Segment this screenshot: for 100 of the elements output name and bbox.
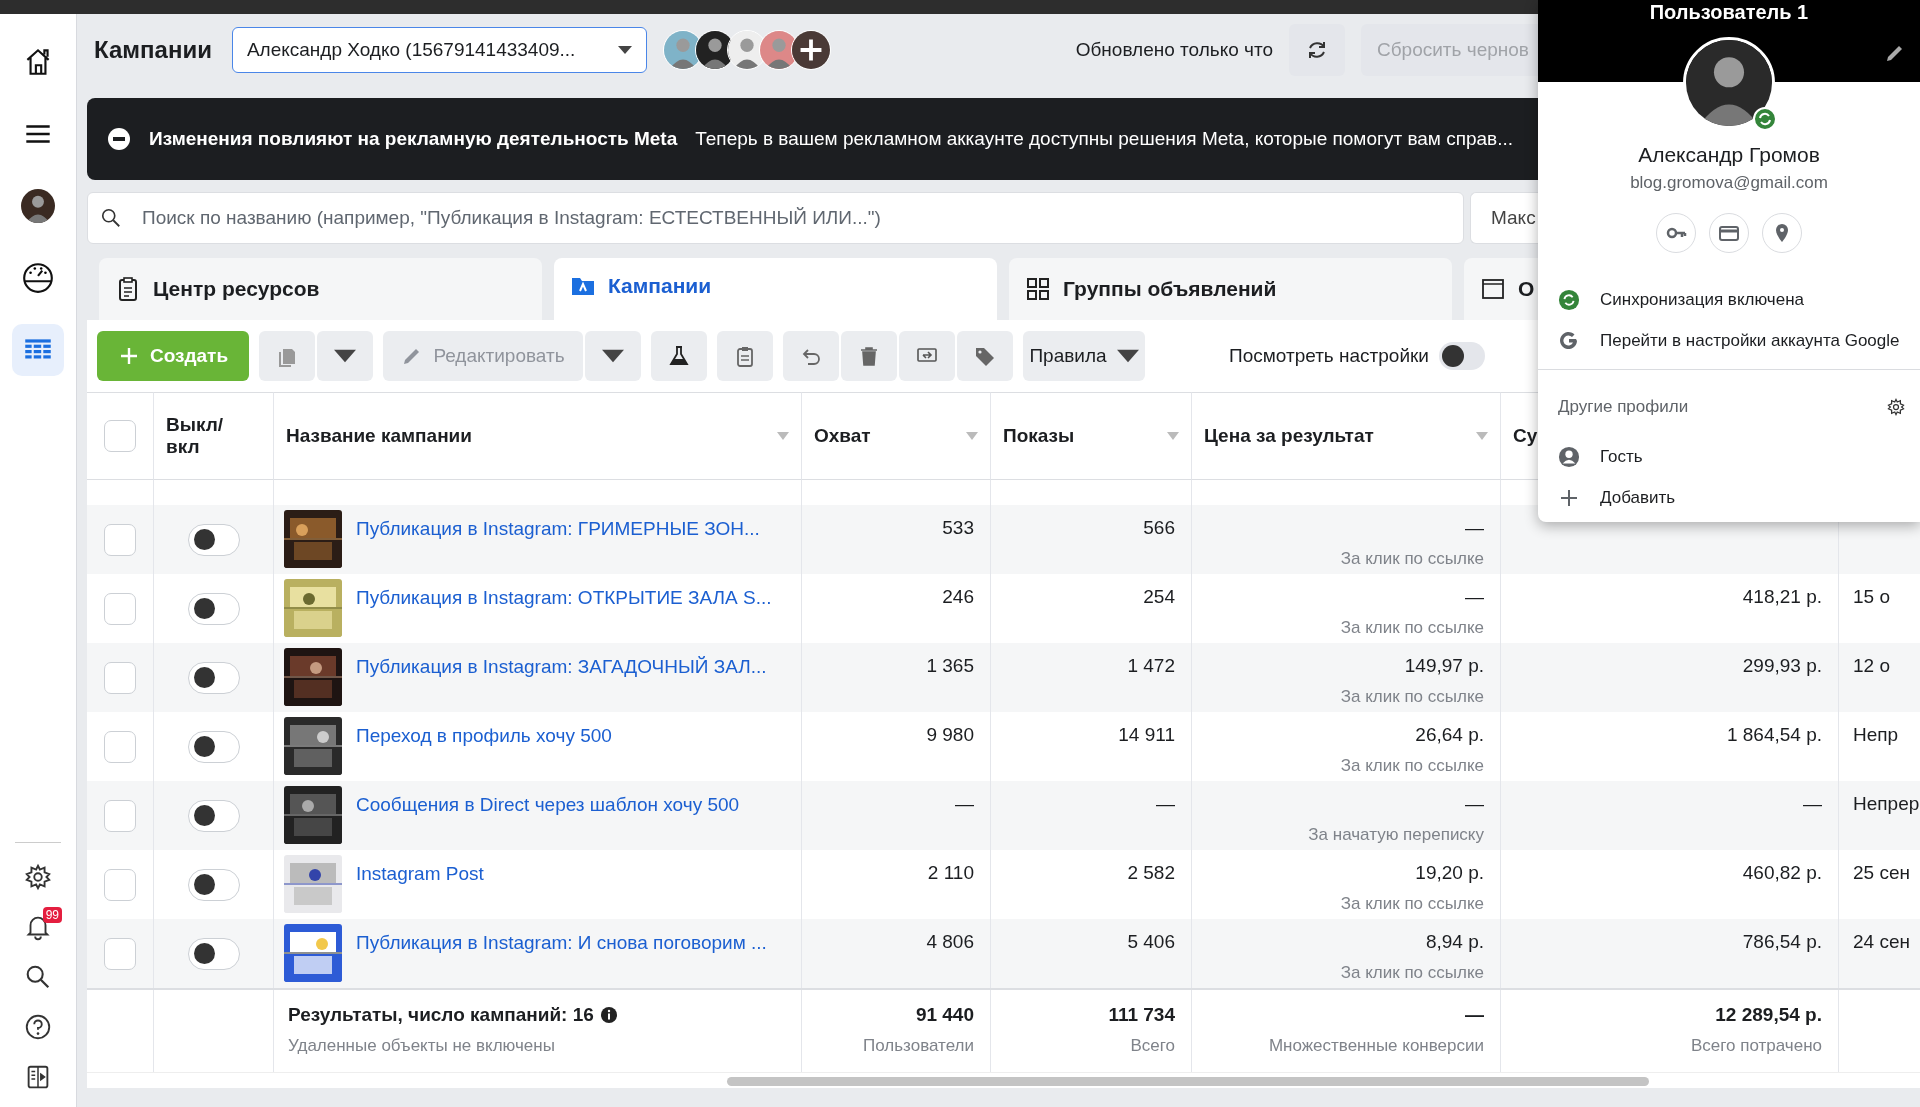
table-row[interactable]: Публикация в Instagram: И снова поговорим ... 4 806 5 406 8,94 р. За клик по ссылке 786,54 р. 24 сен — [87, 919, 1920, 988]
table-cell: 111 734 — [1108, 1004, 1175, 1026]
campaign-toggle[interactable] — [187, 661, 240, 694]
column-header[interactable]: Название кампании — [286, 425, 472, 447]
settings-icon[interactable] — [1886, 397, 1906, 417]
table-cell: 149,97 р. — [1404, 655, 1484, 677]
campaign-toggle[interactable] — [187, 799, 240, 832]
tab[interactable]: Группы объявлений — [1009, 258, 1452, 320]
profile-name: Александр Громов — [1638, 143, 1820, 167]
row-checkbox[interactable] — [104, 661, 136, 694]
table-cell: — — [1465, 793, 1484, 815]
column-header[interactable]: Су — [1513, 425, 1538, 447]
tag-button[interactable] — [957, 331, 1013, 381]
row-checkbox[interactable] — [104, 868, 136, 901]
table-cell: 460,82 р. — [1742, 862, 1822, 884]
table-cell: 786,54 р. — [1742, 931, 1822, 953]
select-all-checkbox[interactable] — [104, 420, 136, 452]
info-icon[interactable] — [599, 1006, 618, 1024]
location-button[interactable] — [1762, 213, 1802, 253]
search-icon — [99, 206, 123, 230]
campaign-toggle[interactable] — [187, 592, 240, 625]
settings-icon[interactable] — [23, 862, 53, 892]
table-cell: 299,93 р. — [1742, 655, 1822, 677]
table-cell: 19,20 р. — [1415, 862, 1484, 884]
max-button[interactable]: Макс — [1470, 192, 1538, 244]
table-cell: 14 911 — [1118, 724, 1175, 746]
column-header[interactable]: Охват — [814, 425, 871, 447]
avatar-icon[interactable] — [21, 189, 55, 223]
tab[interactable]: Центр ресурсов — [99, 258, 542, 320]
add-account-icon[interactable] — [790, 30, 831, 70]
grid-icon — [1025, 276, 1051, 302]
search-field[interactable]: Поиск по названию (например, "Публикация в Instagram: ЕСТЕСТВЕННЫЙ ИЛИ...") — [87, 192, 1464, 244]
delete-button[interactable] — [841, 331, 897, 381]
row-checkbox[interactable] — [104, 799, 136, 832]
account-dropdown[interactable]: Александр Ходко (15679141433409... — [231, 27, 647, 73]
table-icon[interactable] — [12, 324, 64, 376]
add-profile[interactable]: Добавить — [1600, 487, 1676, 508]
swap-button[interactable] — [899, 331, 955, 381]
campaign-toggle[interactable] — [187, 523, 240, 556]
campaign-link[interactable]: Публикация в Instagram: ЗАГАДОЧНЫЙ ЗАЛ... — [356, 648, 767, 706]
flask-icon — [668, 345, 690, 367]
campaign-link[interactable]: Instagram Post — [356, 855, 484, 913]
row-checkbox[interactable] — [104, 592, 136, 625]
notification-badge: 99 — [42, 907, 62, 923]
table-cell: 9 980 — [926, 724, 974, 746]
section-title: Другие профили — [1558, 397, 1689, 417]
campaign-link[interactable]: Публикация в Instagram: ГРИМЕРНЫЕ ЗОН... — [356, 510, 760, 568]
table-cell: Всего потрачено — [1690, 1036, 1822, 1056]
flask-button[interactable] — [651, 331, 707, 381]
scrollbar[interactable] — [727, 1077, 1649, 1086]
campaign-toggle[interactable] — [187, 937, 240, 970]
campaign-link[interactable]: Публикация в Instagram: И снова поговорим ... — [356, 924, 767, 982]
google-icon — [1558, 329, 1580, 352]
sync-status[interactable]: Синхронизация включена — [1600, 289, 1804, 310]
window-icon — [1480, 276, 1506, 302]
column-header[interactable]: Цена за результат — [1204, 425, 1374, 447]
dropdown-button[interactable] — [317, 331, 373, 381]
trash-icon — [858, 345, 880, 367]
tab[interactable]: Кампании — [554, 258, 997, 320]
table-cell: Непр — [1853, 724, 1899, 745]
payment-button[interactable] — [1709, 213, 1749, 253]
person-icon — [1558, 445, 1580, 468]
table-cell: За клик по ссылке — [1340, 687, 1484, 707]
table-row[interactable]: Сообщения в Direct через шаблон хочу 500 — — — За начатую переписку — Непрер — [87, 781, 1920, 850]
row-checkbox[interactable] — [104, 937, 136, 970]
results-note: Удаленные объекты не включены — [288, 1036, 555, 1056]
tab[interactable]: О — [1464, 258, 1538, 320]
row-checkbox[interactable] — [104, 730, 136, 763]
results-title: Результаты, число кампаний: 16 — [288, 1004, 594, 1026]
row-checkbox[interactable] — [104, 523, 136, 556]
rules-dropdown[interactable]: Правила — [1023, 331, 1145, 381]
banner-text: Теперь в вашем рекламном аккаунте доступны решения Meta, которые помогут вам справ... — [695, 128, 1514, 150]
banner-title: Изменения повлияют на рекламную деятельность Meta — [149, 128, 678, 150]
page-title: Кампании — [94, 36, 212, 64]
table-cell: 1 864,54 р. — [1726, 724, 1822, 746]
undo-button[interactable] — [783, 331, 839, 381]
table-cell: 12 о — [1853, 655, 1890, 676]
table-row[interactable]: Публикация в Instagram: ЗАГАДОЧНЫЙ ЗАЛ... 1 365 1 472 149,97 р. За клик по ссылке 299,93 р. 12 о — [87, 643, 1920, 712]
google-settings-link[interactable]: Перейти в настройки аккаунта Google — [1600, 330, 1900, 351]
guest-profile[interactable]: Гость — [1600, 446, 1643, 467]
table-row[interactable]: Публикация в Instagram: ГРИМЕРНЫЕ ЗОН... 533 566 — За клик по ссылке — [87, 505, 1920, 574]
help-icon[interactable] — [23, 1012, 53, 1042]
table-cell: 25 сен — [1853, 862, 1910, 883]
dropdown-button[interactable] — [585, 331, 641, 381]
clipboard-button[interactable] — [717, 331, 773, 381]
campaign-link[interactable]: Сообщения в Direct через шаблон хочу 500 — [356, 786, 740, 844]
sync-icon — [1558, 288, 1580, 311]
table-cell: 566 — [1143, 517, 1175, 539]
passwords-button[interactable] — [1656, 213, 1696, 253]
view-settings-toggle[interactable] — [1438, 342, 1485, 370]
campaign-toggle[interactable] — [187, 868, 240, 901]
table-cell: 2 110 — [927, 862, 974, 884]
refresh-button[interactable] — [1289, 24, 1345, 76]
table-cell: 24 сен — [1853, 931, 1910, 952]
campaign-toggle[interactable] — [187, 730, 240, 763]
profile-email: blog.gromova@gmail.com — [1630, 173, 1828, 193]
table-cell: 1 472 — [1127, 655, 1175, 677]
campaign-link[interactable]: Переход в профиль хочу 500 — [356, 717, 612, 775]
campaign-link[interactable]: Публикация в Instagram: ОТКРЫТИЕ ЗАЛА S... — [356, 579, 772, 637]
column-header[interactable]: Показы — [1003, 425, 1075, 447]
